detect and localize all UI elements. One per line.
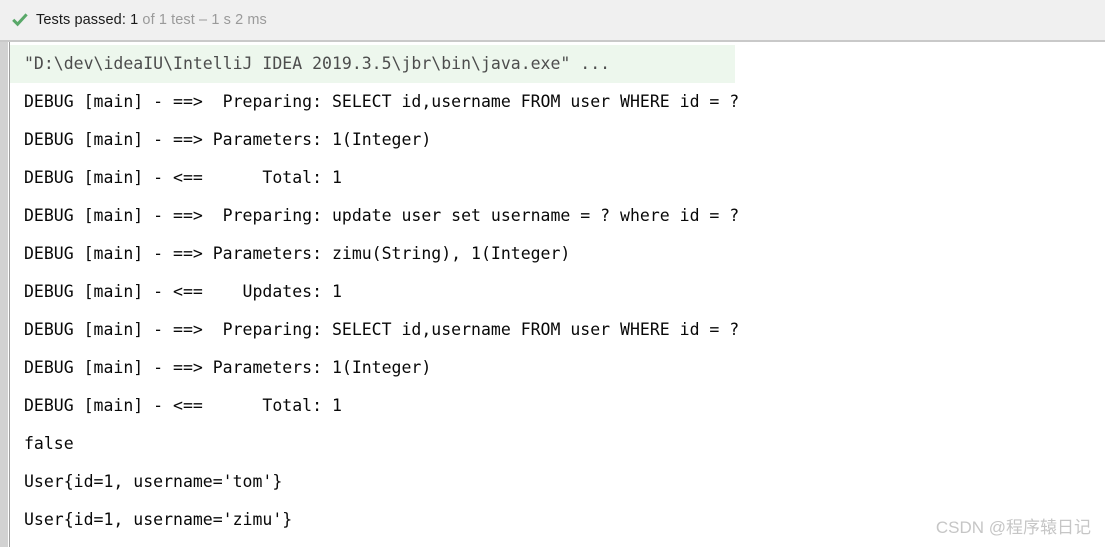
console-output-panel[interactable]: "D:\dev\ideaIU\IntelliJ IDEA 2019.3.5\jb…	[0, 42, 1105, 547]
csdn-watermark: CSDN @程序辕日记	[935, 518, 1091, 537]
tests-passed-detail: of 1 test – 1 s 2 ms	[138, 12, 267, 28]
console-line: User{id=1, username='tom'}	[24, 472, 283, 491]
console-command-line: "D:\dev\ideaIU\IntelliJ IDEA 2019.3.5\jb…	[10, 45, 735, 83]
console-line: false	[24, 434, 74, 453]
console-line: DEBUG [main] - <== Updates: 1	[24, 282, 342, 301]
check-icon	[12, 13, 28, 27]
console-line-list: "D:\dev\ideaIU\IntelliJ IDEA 2019.3.5\jb…	[10, 42, 1105, 547]
console-line: DEBUG [main] - <== Total: 1	[24, 168, 342, 187]
console-gutter	[0, 42, 8, 547]
console-line: DEBUG [main] - ==> Preparing: update use…	[24, 206, 740, 225]
console-line: DEBUG [main] - <== Total: 1	[24, 396, 342, 415]
test-status-text: Tests passed: 1 of 1 test – 1 s 2 ms	[36, 11, 267, 29]
tests-passed-label: Tests passed:	[36, 12, 126, 28]
run-console-window: Tests passed: 1 of 1 test – 1 s 2 ms "D:…	[0, 0, 1105, 547]
console-line: DEBUG [main] - ==> Preparing: SELECT id,…	[24, 92, 740, 111]
console-line: DEBUG [main] - ==> Parameters: 1(Integer…	[24, 130, 432, 149]
console-line: DEBUG [main] - ==> Parameters: zimu(Stri…	[24, 244, 571, 263]
test-status-bar: Tests passed: 1 of 1 test – 1 s 2 ms	[0, 0, 1105, 42]
console-line: DEBUG [main] - ==> Parameters: 1(Integer…	[24, 358, 432, 377]
console-line: DEBUG [main] - ==> Preparing: SELECT id,…	[24, 320, 740, 339]
